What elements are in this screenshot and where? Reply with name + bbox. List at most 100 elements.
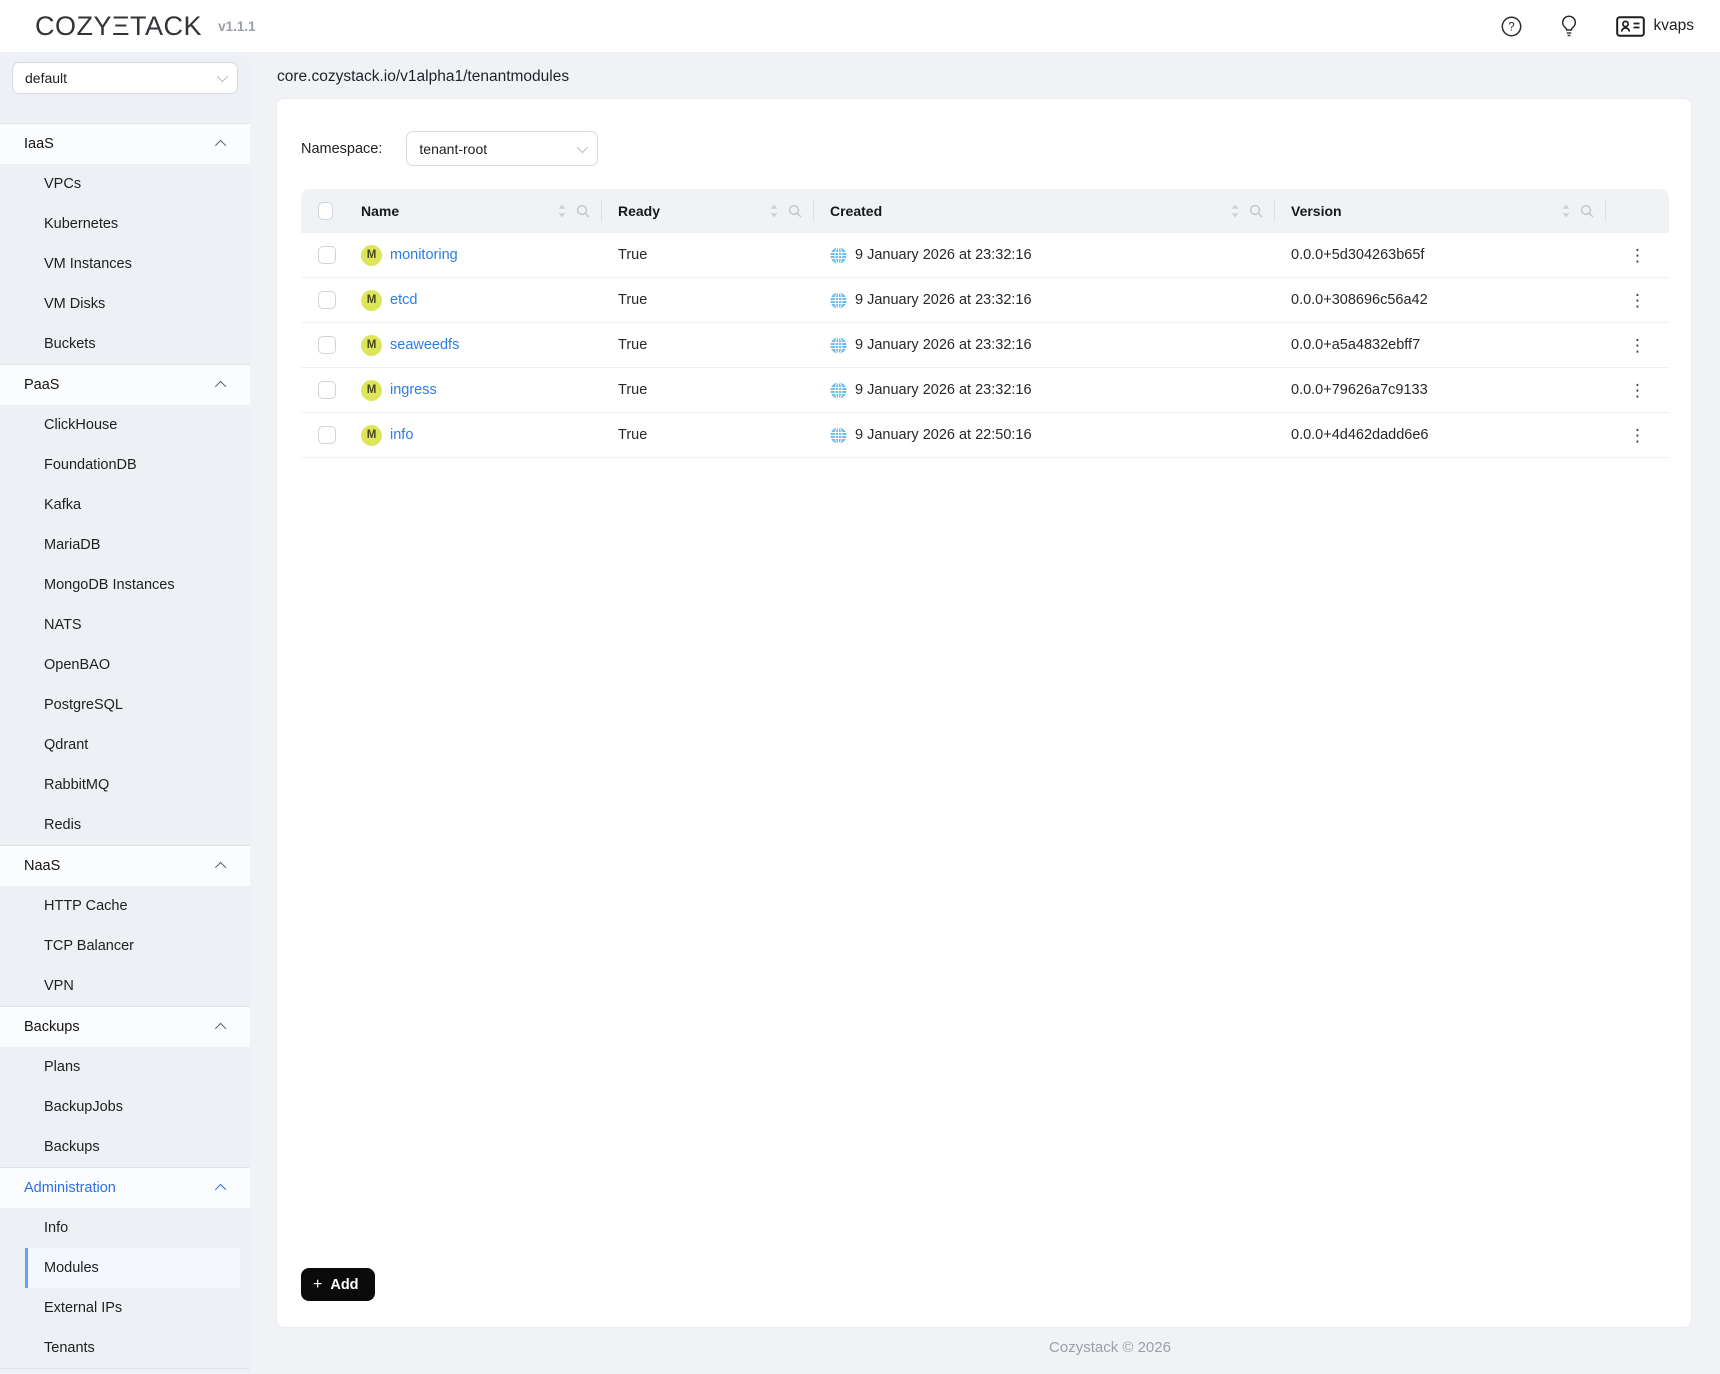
row-checkbox[interactable]	[318, 426, 336, 444]
sidebar-section-header-administration[interactable]: Administration	[0, 1167, 250, 1208]
chevron-up-icon	[215, 140, 226, 151]
plus-icon: +	[313, 1276, 322, 1294]
lightbulb-icon[interactable]	[1560, 15, 1578, 37]
sidebar-item-qdrant[interactable]: Qdrant	[25, 725, 240, 765]
module-name-link[interactable]: etcd	[390, 292, 417, 308]
sidebar-item-backups[interactable]: Backups	[25, 1127, 240, 1167]
section-label: PaaS	[24, 377, 59, 393]
module-name-link[interactable]: seaweedfs	[390, 337, 459, 353]
sidebar-item-info[interactable]: Info	[25, 1208, 240, 1248]
module-name-link[interactable]: monitoring	[390, 247, 458, 263]
namespace-select[interactable]: tenant-root	[406, 131, 598, 166]
version-value: 0.0.0+79626a7c9133	[1275, 382, 1606, 398]
sidebar-item-modules[interactable]: Modules	[25, 1248, 240, 1288]
modules-table: Name Ready Created	[301, 189, 1669, 458]
sidebar-item-kafka[interactable]: Kafka	[25, 485, 240, 525]
version-value: 0.0.0+4d462dadd6e6	[1275, 427, 1606, 443]
ready-value: True	[602, 292, 814, 308]
header-actions: ? kvaps	[1501, 15, 1695, 37]
table-row: M etcd True 9 January 2026 at 23:32:16 0…	[301, 278, 1669, 323]
help-icon[interactable]: ?	[1501, 16, 1522, 37]
breadcrumb: core.cozystack.io/v1alpha1/tenantmodules	[277, 68, 1720, 86]
search-icon[interactable]	[1249, 204, 1263, 218]
namespace-select-value: tenant-root	[419, 141, 577, 157]
globe-icon	[830, 427, 847, 444]
sidebar-item-clickhouse[interactable]: ClickHouse	[25, 405, 240, 445]
sidebar-item-backupjobs[interactable]: BackupJobs	[25, 1087, 240, 1127]
sidebar-item-kubernetes[interactable]: Kubernetes	[25, 204, 240, 244]
sidebar-section-header-naas[interactable]: NaaS	[0, 845, 250, 886]
row-checkbox[interactable]	[318, 291, 336, 309]
sidebar-item-vm-disks[interactable]: VM Disks	[25, 284, 240, 324]
sidebar-item-postgresql[interactable]: PostgreSQL	[25, 685, 240, 725]
chevron-up-icon	[215, 1184, 226, 1195]
sidebar-item-mariadb[interactable]: MariaDB	[25, 525, 240, 565]
sidebar-item-nats[interactable]: NATS	[25, 605, 240, 645]
search-icon[interactable]	[1580, 204, 1594, 218]
sidebar-section-header-backups[interactable]: Backups	[0, 1006, 250, 1047]
module-name-link[interactable]: ingress	[390, 382, 437, 398]
row-checkbox[interactable]	[318, 336, 336, 354]
sidebar-item-vpn[interactable]: VPN	[25, 966, 240, 1006]
sidebar-section-naas: NaaS HTTP Cache TCP Balancer VPN	[0, 845, 250, 1006]
user-menu[interactable]: kvaps	[1616, 16, 1695, 37]
kebab-menu-icon[interactable]: ⋮	[1623, 335, 1652, 356]
workspace-select[interactable]: default	[12, 62, 238, 94]
search-icon[interactable]	[576, 204, 590, 218]
select-all-checkbox[interactable]	[318, 202, 333, 220]
created-value: 9 January 2026 at 23:32:16	[855, 337, 1032, 353]
globe-icon	[830, 292, 847, 309]
module-name-link[interactable]: info	[390, 427, 413, 443]
sidebar-item-foundationdb[interactable]: FoundationDB	[25, 445, 240, 485]
add-button[interactable]: + Add	[301, 1268, 375, 1301]
sidebar-section-iaas: IaaS VPCs Kubernetes VM Instances VM Dis…	[0, 123, 250, 364]
user-badge-icon	[1616, 16, 1645, 37]
sidebar-item-tcp-balancer[interactable]: TCP Balancer	[25, 926, 240, 966]
chevron-up-icon	[215, 1023, 226, 1034]
section-label: Backups	[24, 1019, 80, 1035]
chevron-up-icon	[215, 862, 226, 873]
row-checkbox[interactable]	[318, 381, 336, 399]
table-row: M ingress True 9 January 2026 at 23:32:1…	[301, 368, 1669, 413]
app-logo: COZYΞTACK	[35, 11, 202, 42]
username: kvaps	[1654, 17, 1695, 35]
sidebar-item-mongodb-instances[interactable]: MongoDB Instances	[25, 565, 240, 605]
sidebar-item-vpcs[interactable]: VPCs	[25, 164, 240, 204]
sidebar-item-openbao[interactable]: OpenBAO	[25, 645, 240, 685]
kebab-menu-icon[interactable]: ⋮	[1623, 245, 1652, 266]
svg-text:?: ?	[1508, 21, 1514, 33]
sidebar-section-administration: Administration Info Modules External IPs…	[0, 1167, 250, 1369]
kebab-menu-icon[interactable]: ⋮	[1623, 290, 1652, 311]
row-checkbox[interactable]	[318, 246, 336, 264]
table-row: M info True 9 January 2026 at 22:50:16 0…	[301, 413, 1669, 458]
sort-icon[interactable]	[557, 203, 567, 219]
sidebar-item-buckets[interactable]: Buckets	[25, 324, 240, 364]
sidebar: default IaaS VPCs Kubernetes VM Instance…	[0, 52, 250, 1374]
sidebar-item-rabbitmq[interactable]: RabbitMQ	[25, 765, 240, 805]
sidebar-item-plans[interactable]: Plans	[25, 1047, 240, 1087]
sidebar-item-vm-instances[interactable]: VM Instances	[25, 244, 240, 284]
namespace-label: Namespace:	[301, 141, 382, 157]
sidebar-item-tenants[interactable]: Tenants	[25, 1328, 240, 1368]
app-root: COZYΞTACK v1.1.1 ? kvaps default	[0, 0, 1720, 1374]
globe-icon	[830, 337, 847, 354]
module-badge: M	[361, 425, 382, 446]
sidebar-item-external-ips[interactable]: External IPs	[25, 1288, 240, 1328]
sidebar-section-header-iaas[interactable]: IaaS	[0, 123, 250, 164]
kebab-menu-icon[interactable]: ⋮	[1623, 380, 1652, 401]
sort-icon[interactable]	[1561, 203, 1571, 219]
table-row: M monitoring True 9 January 2026 at 23:3…	[301, 233, 1669, 278]
kebab-menu-icon[interactable]: ⋮	[1623, 425, 1652, 446]
sort-icon[interactable]	[1230, 203, 1240, 219]
sidebar-item-http-cache[interactable]: HTTP Cache	[25, 886, 240, 926]
sidebar-section-header-paas[interactable]: PaaS	[0, 364, 250, 405]
version-value: 0.0.0+308696c56a42	[1275, 292, 1606, 308]
namespace-row: Namespace: tenant-root	[301, 131, 1667, 166]
table-header-row: Name Ready Created	[301, 189, 1669, 233]
version-value: 0.0.0+5d304263b65f	[1275, 247, 1606, 263]
globe-icon	[830, 247, 847, 264]
search-icon[interactable]	[788, 204, 802, 218]
ready-value: True	[602, 337, 814, 353]
sort-icon[interactable]	[769, 203, 779, 219]
sidebar-item-redis[interactable]: Redis	[25, 805, 240, 845]
